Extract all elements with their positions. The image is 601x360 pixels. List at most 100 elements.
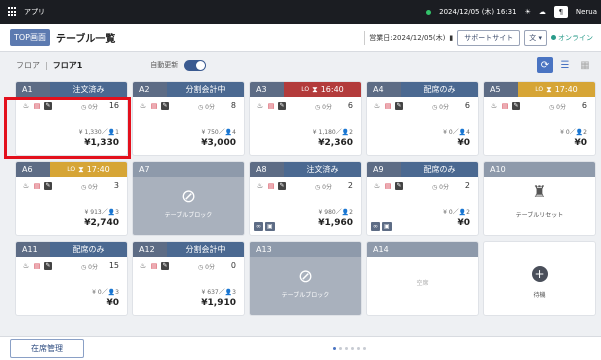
card-header: A12 分割会計中	[133, 242, 244, 257]
system-bar: アプリ 2024/12/05 (木) 16:31 ☀ ☁ ¶ Nerua	[0, 0, 601, 24]
status-dot-icon	[426, 9, 432, 15]
elapsed-value: 0分	[439, 104, 449, 111]
support-site-button[interactable]: サポートサイト	[457, 29, 521, 46]
table-card[interactable]: A6 LO ⧗ 17:40 ♨ ▤ ✎ ◷ 0分 3 ¥ 913／👤3 ¥2,740	[16, 162, 127, 235]
edit-icon[interactable]: ✎	[44, 262, 52, 270]
edit-icon[interactable]: ✎	[512, 102, 520, 110]
pot-icon: ♨	[22, 182, 30, 190]
table-card[interactable]: A8 注文済み ♨ ▤ ✎ ◷ 0分 2 ¥ 980／👤2 ¥1,960 ∞ ▣	[250, 162, 361, 235]
guest-count: 8	[230, 101, 236, 110]
pot-icon: ♨	[22, 262, 30, 270]
elapsed-value: 0分	[205, 104, 215, 111]
top-screen-button[interactable]: TOP画面	[10, 29, 51, 46]
pot-icon: ♨	[490, 102, 498, 110]
table-status: 注文済み	[284, 162, 361, 177]
table-status: LO ⧗ 17:40	[518, 82, 595, 97]
table-card[interactable]: A13 ⊘ テーブルブロック	[250, 242, 361, 315]
vacant-label: 空席	[416, 280, 429, 287]
total-amount: ¥1,960	[318, 218, 353, 228]
status-label: 配席のみ	[72, 245, 105, 254]
seat-management-button[interactable]: 在席管理	[10, 339, 84, 358]
status-label: 配席のみ	[423, 165, 456, 174]
elapsed-time: ◷ 0分	[315, 104, 332, 111]
plus-wrap: +	[484, 266, 595, 282]
pot-icon: ♨	[139, 262, 147, 270]
plus-icon[interactable]: +	[531, 266, 548, 282]
pot-icon: ♨	[22, 102, 30, 110]
table-card[interactable]: A10 ♜ テーブルリセット	[484, 162, 595, 235]
table-card[interactable]: A4 配席のみ ♨ ▤ ✎ ◷ 0分 6 ¥ 0／👤4 ¥0	[367, 82, 478, 155]
store-icon[interactable]: ¶	[553, 6, 568, 18]
hourglass-icon: ⧗	[78, 164, 84, 174]
extra-label: Nerua	[575, 8, 597, 16]
status-label: 注文済み	[306, 165, 339, 174]
online-label: オンライン	[558, 33, 593, 42]
total-amount: ¥1,910	[201, 298, 236, 308]
elapsed-value: 0分	[322, 104, 332, 111]
table-card[interactable]: A9 配席のみ ♨ ▤ ✎ ◷ 0分 2 ¥ 0／👤2 ¥0 ∞ ▣	[367, 162, 478, 235]
table-number: A6	[16, 162, 50, 177]
auto-update-toggle[interactable]	[184, 59, 207, 71]
block-label: テーブルブロック	[281, 292, 330, 299]
edit-icon[interactable]: ✎	[44, 102, 52, 110]
per-person-amount: ¥ 1,180／👤2	[312, 129, 353, 136]
table-grid: A1 注文済み ♨ ▤ ✎ ◷ 0分 16 ¥ 1,330／👤1 ¥1,330 A2 分割会計中 ♨ ▤…	[16, 82, 595, 315]
table-number: A9	[367, 162, 401, 177]
total-amount: ¥0	[574, 138, 587, 148]
link-chip: ∞ ▣	[371, 222, 392, 231]
floor-name[interactable]: フロア1	[53, 60, 83, 71]
refresh-button[interactable]: ⟳	[537, 57, 553, 73]
edit-icon[interactable]: ✎	[278, 102, 286, 110]
table-card[interactable]: + 待機	[484, 242, 595, 315]
status-label: 配席のみ	[423, 85, 456, 94]
pot-icon: ♨	[373, 182, 381, 190]
list-view-icon[interactable]: ☰	[557, 57, 573, 73]
online-status: オンライン	[551, 33, 593, 43]
app-grid-icon[interactable]	[8, 7, 18, 17]
card-icons: ♨ ▤ ✎	[373, 102, 403, 110]
per-person-amount: ¥ 980／👤2	[318, 209, 353, 216]
table-card[interactable]: A5 LO ⧗ 17:40 ♨ ▤ ✎ ◷ 0分 6 ¥ 0／👤2 ¥0	[484, 82, 595, 155]
guest-count: 6	[581, 101, 587, 110]
edit-icon[interactable]: ✎	[395, 182, 403, 190]
language-button[interactable]: 文 ▾	[524, 29, 547, 46]
receipt-icon: ▤	[33, 262, 41, 270]
table-card[interactable]: A2 分割会計中 ♨ ▤ ✎ ◷ 0分 8 ¥ 750／👤4 ¥3,000	[133, 82, 244, 155]
total-amount: ¥0	[106, 298, 119, 308]
elapsed-time: ◷ 0分	[198, 104, 215, 111]
card-icons: ♨ ▤ ✎	[490, 102, 520, 110]
grid-view-icon[interactable]: ▦	[577, 57, 593, 73]
table-status: LO ⧗ 17:40	[50, 162, 127, 177]
card-icons: ♨ ▤ ✎	[373, 182, 403, 190]
card-header: A2 分割会計中	[133, 82, 244, 97]
table-card[interactable]: A14 空席	[367, 242, 478, 315]
book-icon: ▮	[449, 33, 454, 42]
card-icons: ♨ ▤ ✎	[139, 262, 169, 270]
table-card[interactable]: A3 LO ⧗ 16:40 ♨ ▤ ✎ ◷ 0分 6 ¥ 1,180／👤2 ¥2,360	[250, 82, 361, 155]
table-card[interactable]: A7 ⊘ テーブルブロック	[133, 162, 244, 235]
card-header: A4 配席のみ	[367, 82, 478, 97]
guest-count: 6	[464, 101, 470, 110]
divider	[364, 30, 366, 45]
waiting-label: 待機	[533, 292, 546, 299]
block-icon: ⊘	[297, 266, 314, 287]
edit-icon[interactable]: ✎	[278, 182, 286, 190]
block-icon: ⊘	[180, 186, 197, 207]
table-card[interactable]: A1 注文済み ♨ ▤ ✎ ◷ 0分 16 ¥ 1,330／👤1 ¥1,330	[16, 82, 127, 155]
table-card[interactable]: A12 分割会計中 ♨ ▤ ✎ ◷ 0分 0 ¥ 637／👤3 ¥1,910	[133, 242, 244, 315]
receipt-icon: ▤	[267, 182, 275, 190]
header: TOP画面 テーブル一覧 営業日:2024/12/05(木) ▮ サポートサイト…	[0, 24, 601, 52]
table-status: 注文済み	[50, 82, 127, 97]
edit-icon[interactable]: ✎	[44, 182, 52, 190]
edit-icon[interactable]: ✎	[395, 102, 403, 110]
per-person-amount: ¥ 0／👤3	[92, 289, 119, 296]
status-label: 注文済み	[72, 85, 105, 94]
edit-icon[interactable]: ✎	[161, 262, 169, 270]
edit-icon[interactable]: ✎	[161, 102, 169, 110]
card-header: A10	[484, 162, 595, 177]
card-header: A9 配席のみ	[367, 162, 478, 177]
table-number: A2	[133, 82, 167, 97]
link-icon: ∞	[254, 222, 263, 231]
guest-count: 2	[464, 181, 470, 190]
table-card[interactable]: A11 配席のみ ♨ ▤ ✎ ◷ 0分 15 ¥ 0／👤3 ¥0	[16, 242, 127, 315]
